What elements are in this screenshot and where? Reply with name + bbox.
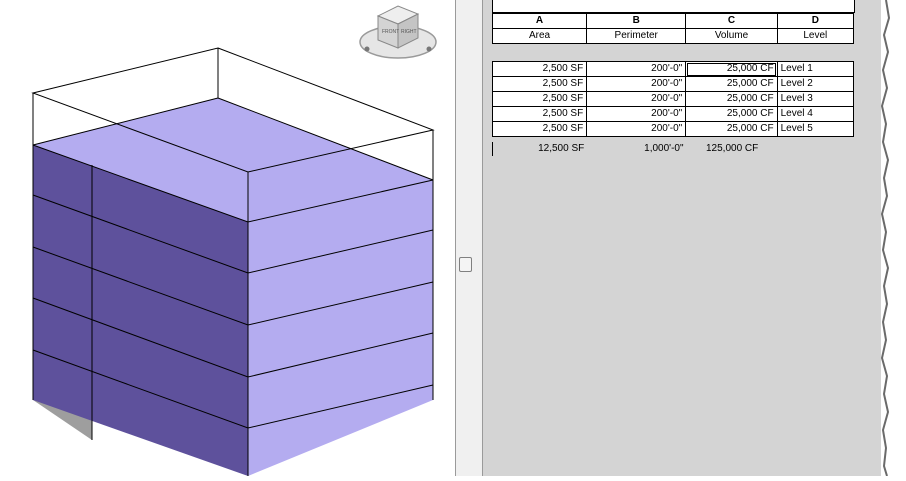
splitter-handle[interactable] <box>459 257 472 272</box>
cell-volume[interactable]: 25,000 CF <box>685 76 778 92</box>
column-letter-row: A B C D <box>491 13 855 29</box>
cell-perimeter[interactable]: 200'-0" <box>586 106 687 122</box>
total-level-empty <box>778 142 854 156</box>
mass-model-drawing: FRONT RIGHT <box>31 5 437 476</box>
column-name-row: Area Perimeter Volume Level <box>491 28 855 44</box>
total-area: 12,500 SF <box>538 143 585 154</box>
schedule-totals-row: 12,500 SF 1,000'-0" 125,000 CF <box>492 142 854 156</box>
total-volume: 125,000 CF <box>706 143 759 154</box>
cell-perimeter[interactable]: 200'-0" <box>586 76 687 92</box>
torn-edge-decoration <box>880 0 906 476</box>
mass-floors <box>33 98 433 476</box>
column-header-volume[interactable]: Volume <box>685 28 778 44</box>
column-letter-c[interactable]: C <box>685 13 778 29</box>
cell-perimeter[interactable]: 200'-0" <box>586 91 687 107</box>
table-row[interactable]: 2,500 SF 200'-0" 25,000 CF Level 4 <box>491 106 855 122</box>
viewcube-compass-marker-west <box>364 46 370 52</box>
schedule-view[interactable]: A B C D Area Perimeter Volume Level 2,50… <box>483 0 881 476</box>
column-letter-a[interactable]: A <box>491 13 588 29</box>
cell-volume[interactable]: 25,000 CF <box>685 121 778 137</box>
viewcube-compass-marker-east <box>426 46 432 52</box>
schedule-header-table: A B C D Area Perimeter Volume Level <box>491 13 855 44</box>
cell-volume[interactable]: 25,000 CF <box>685 91 778 107</box>
3d-view-canvas[interactable]: FRONT RIGHT <box>10 0 455 476</box>
table-row[interactable]: 2,500 SF 200'-0" 25,000 CF Level 1 <box>491 61 855 77</box>
table-row[interactable]: 2,500 SF 200'-0" 25,000 CF Level 2 <box>491 76 855 92</box>
cell-area[interactable]: 2,500 SF <box>491 61 588 77</box>
table-row[interactable]: 2,500 SF 200'-0" 25,000 CF Level 3 <box>491 91 855 107</box>
cell-level[interactable]: Level 4 <box>776 106 855 122</box>
cell-level[interactable]: Level 1 <box>776 61 855 77</box>
viewcube-right-label: RIGHT <box>401 29 417 35</box>
cell-level[interactable]: Level 3 <box>776 91 855 107</box>
cell-perimeter[interactable]: 200'-0" <box>586 61 687 77</box>
total-perimeter: 1,000'-0" <box>644 143 684 154</box>
column-header-perimeter[interactable]: Perimeter <box>586 28 687 44</box>
column-letter-d[interactable]: D <box>776 13 855 29</box>
cell-volume[interactable]: 25,000 CF <box>685 106 778 122</box>
column-header-level[interactable]: Level <box>776 28 855 44</box>
cell-area[interactable]: 2,500 SF <box>491 91 588 107</box>
viewcube[interactable]: FRONT RIGHT <box>359 5 437 59</box>
cell-volume-selected[interactable]: 25,000 CF <box>685 61 778 77</box>
schedule-body-table: 2,500 SF 200'-0" 25,000 CF Level 1 2,500… <box>491 61 855 137</box>
cell-area[interactable]: 2,500 SF <box>491 76 588 92</box>
cell-area[interactable]: 2,500 SF <box>491 121 588 137</box>
view-splitter-bar[interactable] <box>455 0 483 476</box>
column-letter-b[interactable]: B <box>586 13 687 29</box>
table-row[interactable]: 2,500 SF 200'-0" 25,000 CF Level 5 <box>491 121 855 137</box>
cell-level[interactable]: Level 5 <box>776 121 855 137</box>
column-header-area[interactable]: Area <box>491 28 588 44</box>
cell-level[interactable]: Level 2 <box>776 76 855 92</box>
cell-perimeter[interactable]: 200'-0" <box>586 121 687 137</box>
schedule-title-area <box>492 0 855 13</box>
viewcube-front-label: FRONT <box>382 29 399 35</box>
cell-area[interactable]: 2,500 SF <box>491 106 588 122</box>
